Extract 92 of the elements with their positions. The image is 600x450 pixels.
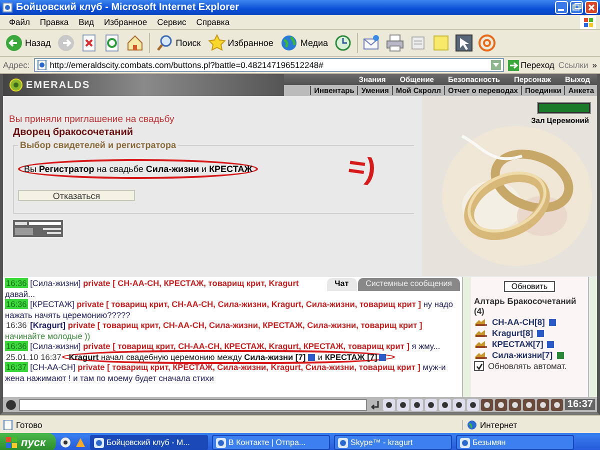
scrollbar[interactable] [462, 277, 471, 397]
menu-item[interactable]: Справка [191, 17, 235, 27]
tool-icon[interactable] [425, 398, 438, 410]
tool-icon[interactable] [537, 398, 550, 410]
chat-tab[interactable]: Чат [326, 278, 357, 290]
user-name[interactable]: КРЕСТАЖ[7] [492, 339, 544, 349]
counter-badge [13, 220, 63, 237]
scrollbar[interactable] [588, 277, 597, 397]
checkbox-label: Обновлять автомат. [488, 361, 567, 371]
globe-icon [467, 420, 477, 430]
menu-item[interactable]: Файл [4, 17, 35, 27]
close-button[interactable] [585, 1, 598, 14]
taskbar-button[interactable]: Бойцовский клуб - М... [90, 435, 208, 450]
clock-icon[interactable] [334, 34, 352, 52]
chat-message: 16:36 [КРЕСТАЖ] private [ товарищ крит, СН-АА-СН, Сила-жизни, Kragurt, Сила-жизни, товарищ крит ] ну надо нажать начять церемонию????? [5, 299, 454, 320]
more-button[interactable]: » [592, 60, 597, 70]
fieldset-legend: Выбор свидетелей и регистратора [18, 140, 178, 150]
search-icon [156, 34, 174, 52]
tool-icon[interactable] [439, 398, 452, 410]
zone-text: Интернет [480, 420, 518, 430]
room-title: Алтарь Бракосочетаний (4) [474, 296, 578, 316]
tool-icon[interactable] [453, 398, 466, 410]
home-icon[interactable] [126, 34, 144, 52]
restore-button[interactable] [570, 1, 583, 14]
notice-text: Вы приняли приглашение на свадьбу [9, 114, 176, 125]
address-field[interactable]: http://emeraldscity.combats.com/buttons.pl?battle=0.482147196512248# [34, 58, 504, 72]
mail-icon[interactable] [363, 34, 382, 52]
page-heading: Дворец бракосочетаний [12, 127, 134, 138]
arrow-icon [508, 60, 519, 70]
links-button[interactable]: Ссылки [558, 60, 588, 70]
taskbar-button[interactable]: В Контакте | Отпра... [212, 435, 330, 450]
chat-message: 16:36 [Kragurt] private [ товарищ крит, СН-АА-СН, Сила-жизни, КРЕСТАЖ, Сила-жизни, товарищ крит ] начинайте молодые )) [5, 320, 424, 341]
clock-text: 16:37 [565, 399, 595, 410]
tool-icon[interactable] [467, 398, 480, 410]
chat-input[interactable] [19, 398, 368, 410]
tool-icon[interactable] [509, 398, 522, 410]
menu-item[interactable]: Сервис [152, 17, 192, 27]
star-icon [208, 34, 226, 52]
user-name[interactable]: Сила-жизни[7] [492, 350, 553, 360]
refresh-button[interactable]: Обновить [504, 281, 555, 292]
refuse-button[interactable]: Отказаться [18, 190, 135, 201]
user-name[interactable]: СН-АА-СН[8] [492, 317, 545, 327]
check-icon [476, 362, 482, 370]
back-icon [5, 34, 23, 52]
user-name[interactable]: Kragurt[8] [492, 328, 534, 338]
menu-item[interactable]: Избранное [99, 17, 152, 27]
taskbar-button[interactable]: Skype™ - kragurt [334, 435, 452, 450]
chat-message: 16:37 [СН-АА-СН] private [ товарищ крит, КРЕСТАЖ, Сила-жизни, Kragurt, Сила-жизни, товарищ крит ] муж-и жена нажимают ! и там по моему будет сначала стихи [5, 362, 447, 383]
info-icon[interactable] [379, 354, 386, 361]
window-icon [460, 438, 470, 448]
health-bar [537, 102, 591, 114]
window-icon [94, 438, 104, 448]
favorites-button[interactable]: Избранное [206, 33, 274, 53]
search-button[interactable]: Поиск [154, 33, 202, 53]
stop-icon[interactable] [80, 34, 98, 52]
handwritten-annotation: =) [346, 152, 378, 186]
tool-icon[interactable] [523, 398, 536, 410]
chat-message: 16:36 [Сила-жизни] private [ товарищ крит, СН-АА-СН, КРЕСТАЖ, Kragurt, КРЕСТАЖ, товарищ крит ] я жму... [5, 341, 442, 352]
status-text: Готово [16, 420, 42, 430]
tool-icon[interactable] [383, 398, 396, 410]
quick-launch-icon[interactable] [60, 437, 71, 448]
go-button[interactable]: Переход [508, 60, 554, 70]
cursor-icon[interactable] [455, 34, 474, 52]
page-icon [3, 420, 13, 430]
emblem-icon [9, 78, 23, 92]
page-icon [2, 2, 13, 13]
auto-refresh-checkbox[interactable] [474, 361, 484, 371]
windows-logo-icon [6, 436, 18, 448]
window-icon [216, 438, 226, 448]
back-button[interactable]: Назад [4, 33, 52, 53]
tool-icon[interactable] [397, 398, 410, 410]
minimize-button[interactable] [555, 1, 568, 14]
printer-icon[interactable] [386, 34, 404, 52]
info-icon[interactable] [308, 354, 315, 361]
page-icon [36, 60, 47, 70]
window-title: Бойцовский клуб - Microsoft Internet Explorer [16, 2, 240, 13]
tool-icon[interactable] [411, 398, 424, 410]
tool-icon[interactable] [481, 398, 494, 410]
globe-icon [280, 34, 298, 52]
tool-icon[interactable] [495, 398, 508, 410]
enter-icon[interactable] [369, 398, 382, 410]
menu-item[interactable]: Вид [74, 17, 100, 27]
media-button[interactable]: Медиа [279, 33, 330, 53]
window-icon [338, 438, 348, 448]
address-label: Адрес: [3, 60, 30, 70]
registrar-sentence: Вы Регистратор на свадьбе Сила-жизни и КРЕСТАЖ [18, 159, 258, 179]
taskbar-button[interactable]: Безымян [456, 435, 574, 450]
tool-icon[interactable] [551, 398, 564, 410]
refresh-icon[interactable] [102, 34, 121, 52]
windows-logo-icon [580, 16, 596, 28]
logo-banner: EMERALDS [3, 74, 284, 96]
menu-item[interactable]: Правка [34, 17, 74, 27]
